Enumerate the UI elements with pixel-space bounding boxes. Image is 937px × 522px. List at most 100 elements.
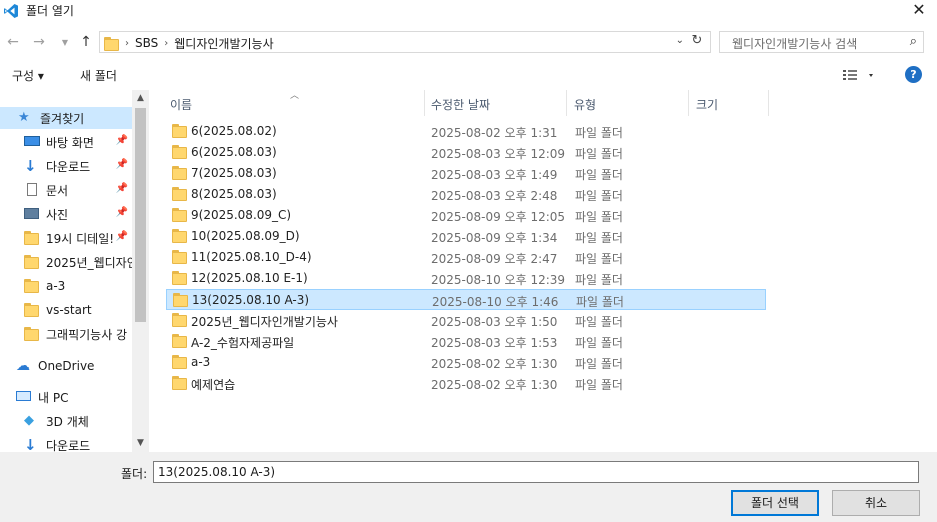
search-icon[interactable]: ⌕ bbox=[910, 34, 917, 49]
breadcrumb-item[interactable]: 웹디자인개발기능사 bbox=[174, 35, 273, 52]
sort-ascending-icon: ︿ bbox=[290, 91, 300, 101]
file-name: 13(2025.08.10 A-3) bbox=[192, 293, 310, 307]
address-row: ← → ▼ ↑ › SBS › 웹디자인개발기능사 ⌄ ↻ 웹디자인개발기능사 … bbox=[0, 29, 937, 57]
pin-icon[interactable]: 📌 bbox=[116, 183, 128, 194]
nav-item-3d-objects[interactable]: ◆ 3D 개체 bbox=[0, 410, 132, 432]
refresh-icon[interactable]: ↻ bbox=[688, 33, 706, 51]
folder-icon bbox=[24, 327, 40, 341]
help-icon[interactable]: ? bbox=[905, 66, 922, 83]
organize-button[interactable]: 구성 ▾ bbox=[12, 67, 44, 84]
nav-item-desktop[interactable]: 바탕 화면 📌 bbox=[0, 131, 132, 153]
nav-item-folder[interactable]: vs-start bbox=[0, 299, 132, 321]
file-modified: 2025-08-03 오후 2:48 bbox=[431, 189, 558, 203]
file-row[interactable]: 13(2025.08.10 A-3) 2025-08-10 오후 1:46 파일 폴… bbox=[166, 289, 766, 310]
pin-icon[interactable]: 📌 bbox=[116, 135, 128, 146]
nav-item-folder[interactable]: 19시 디테일! 📌 bbox=[0, 227, 132, 249]
download-icon: ↓ bbox=[24, 436, 37, 453]
file-type: 파일 폴더 bbox=[575, 168, 623, 182]
nav-item-documents[interactable]: 문서 📌 bbox=[0, 179, 132, 201]
cloud-icon: ☁ bbox=[16, 358, 30, 374]
nav-item-pictures[interactable]: 사진 📌 bbox=[0, 203, 132, 225]
folder-icon bbox=[24, 255, 40, 269]
folder-icon bbox=[172, 124, 187, 138]
folder-icon bbox=[172, 145, 187, 159]
file-row[interactable]: a-3 2025-08-02 오후 1:30 파일 폴더 bbox=[166, 352, 766, 373]
nav-item-folder[interactable]: a-3 bbox=[0, 275, 132, 297]
breadcrumb-item[interactable]: SBS bbox=[135, 36, 158, 50]
nav-item-label: a-3 bbox=[46, 279, 66, 293]
file-row[interactable]: 예제연습 2025-08-02 오후 1:30 파일 폴더 bbox=[166, 373, 766, 394]
column-divider[interactable] bbox=[424, 90, 425, 116]
file-row[interactable]: 12(2025.08.10 E-1) 2025-08-10 오후 12:39 파일 … bbox=[166, 268, 766, 289]
search-input[interactable]: 웹디자인개발기능사 검색 ⌕ bbox=[719, 31, 924, 53]
nav-item-downloads[interactable]: ↓ 다운로드 📌 bbox=[0, 155, 132, 177]
file-type: 파일 폴더 bbox=[575, 336, 623, 350]
folder-icon bbox=[172, 229, 187, 243]
file-row[interactable]: 10(2025.08.09_D) 2025-08-09 오후 1:34 파일 폴더 bbox=[166, 226, 766, 247]
scroll-up-icon[interactable]: ▲ bbox=[132, 90, 149, 107]
column-header-name[interactable]: 이름 bbox=[170, 96, 192, 113]
nav-scrollbar[interactable]: ▲ ▼ bbox=[132, 90, 149, 452]
pin-icon[interactable]: 📌 bbox=[116, 159, 128, 170]
nav-item-onedrive[interactable]: ☁ OneDrive bbox=[0, 355, 132, 377]
folder-name-input[interactable]: 13(2025.08.10 A-3) bbox=[153, 461, 919, 483]
nav-item-folder[interactable]: 2025년_웹디자인 bbox=[0, 251, 132, 273]
file-name: 9(2025.08.09_C) bbox=[191, 208, 292, 222]
window-title: 폴더 열기 bbox=[26, 4, 74, 18]
column-header-modified[interactable]: 수정한 날짜 bbox=[431, 96, 490, 113]
folder-icon bbox=[172, 208, 187, 222]
view-options-icon[interactable] bbox=[842, 68, 876, 82]
cancel-button[interactable]: 취소 bbox=[832, 490, 920, 516]
nav-item-downloads[interactable]: ↓ 다운로드 bbox=[0, 434, 132, 453]
pin-icon[interactable]: 📌 bbox=[116, 207, 128, 218]
nav-item-this-pc[interactable]: 내 PC bbox=[0, 386, 132, 408]
file-row[interactable]: 6(2025.08.02) 2025-08-02 오후 1:31 파일 폴더 bbox=[166, 121, 766, 142]
column-divider[interactable] bbox=[688, 90, 689, 116]
column-divider[interactable] bbox=[566, 90, 567, 116]
desktop-icon bbox=[24, 135, 40, 149]
nav-item-label: 문서 bbox=[46, 183, 69, 198]
nav-item-favorites[interactable]: ★ 즐겨찾기 bbox=[0, 107, 132, 129]
file-row[interactable]: 11(2025.08.10_D-4) 2025-08-09 오후 2:47 파일 폴… bbox=[166, 247, 766, 268]
file-type: 파일 폴더 bbox=[575, 126, 623, 140]
recent-dropdown-icon[interactable]: ▼ bbox=[56, 34, 74, 52]
folder-icon bbox=[24, 279, 40, 293]
file-type: 파일 폴더 bbox=[575, 147, 623, 161]
file-name: 10(2025.08.09_D) bbox=[191, 229, 300, 243]
nav-item-label: 내 PC bbox=[38, 390, 69, 405]
search-placeholder: 웹디자인개발기능사 검색 bbox=[732, 37, 858, 51]
file-row[interactable]: 7(2025.08.03) 2025-08-03 오후 1:49 파일 폴더 bbox=[166, 163, 766, 184]
file-name: 6(2025.08.03) bbox=[191, 145, 277, 159]
file-row[interactable]: 9(2025.08.09_C) 2025-08-09 오후 12:05 파일 폴더 bbox=[166, 205, 766, 226]
nav-item-label: 19시 디테일! bbox=[46, 231, 115, 246]
file-type: 파일 폴더 bbox=[575, 210, 623, 224]
file-type: 파일 폴더 bbox=[575, 357, 623, 371]
file-row[interactable]: 8(2025.08.03) 2025-08-03 오후 2:48 파일 폴더 bbox=[166, 184, 766, 205]
back-arrow-icon[interactable]: ← bbox=[4, 33, 22, 51]
document-icon bbox=[24, 183, 40, 197]
scroll-down-icon[interactable]: ▼ bbox=[132, 435, 149, 452]
cube-icon: ◆ bbox=[24, 413, 34, 428]
vscode-logo-icon bbox=[4, 4, 18, 18]
column-header-size[interactable]: 크기 bbox=[696, 96, 718, 113]
file-row[interactable]: A-2_수험자제공파일 2025-08-03 오후 1:53 파일 폴더 bbox=[166, 331, 766, 352]
scroll-thumb[interactable] bbox=[135, 108, 146, 322]
folder-icon bbox=[24, 231, 40, 245]
chevron-down-icon[interactable]: ⌄ bbox=[676, 35, 684, 46]
close-icon[interactable]: ✕ bbox=[909, 0, 929, 20]
address-bar[interactable]: › SBS › 웹디자인개발기능사 ⌄ ↻ bbox=[99, 31, 711, 53]
column-header-type[interactable]: 유형 bbox=[574, 96, 596, 113]
file-modified: 2025-08-09 오후 2:47 bbox=[431, 252, 558, 266]
select-folder-button[interactable]: 폴더 선택 bbox=[731, 490, 819, 516]
column-divider[interactable] bbox=[768, 90, 769, 116]
file-modified: 2025-08-03 오후 1:50 bbox=[431, 315, 558, 329]
forward-arrow-icon[interactable]: → bbox=[30, 33, 48, 51]
file-row[interactable]: 6(2025.08.03) 2025-08-03 오후 12:09 파일 폴더 bbox=[166, 142, 766, 163]
up-arrow-icon[interactable]: ↑ bbox=[77, 33, 95, 51]
file-modified: 2025-08-02 오후 1:30 bbox=[431, 357, 558, 371]
nav-item-folder[interactable]: 그래픽기능사 강 bbox=[0, 323, 132, 345]
pin-icon[interactable]: 📌 bbox=[116, 231, 128, 242]
file-type: 파일 폴더 bbox=[576, 295, 624, 309]
new-folder-button[interactable]: 새 폴더 bbox=[80, 67, 117, 84]
file-row[interactable]: 2025년_웹디자인개발기능사 2025-08-03 오후 1:50 파일 폴더 bbox=[166, 310, 766, 331]
